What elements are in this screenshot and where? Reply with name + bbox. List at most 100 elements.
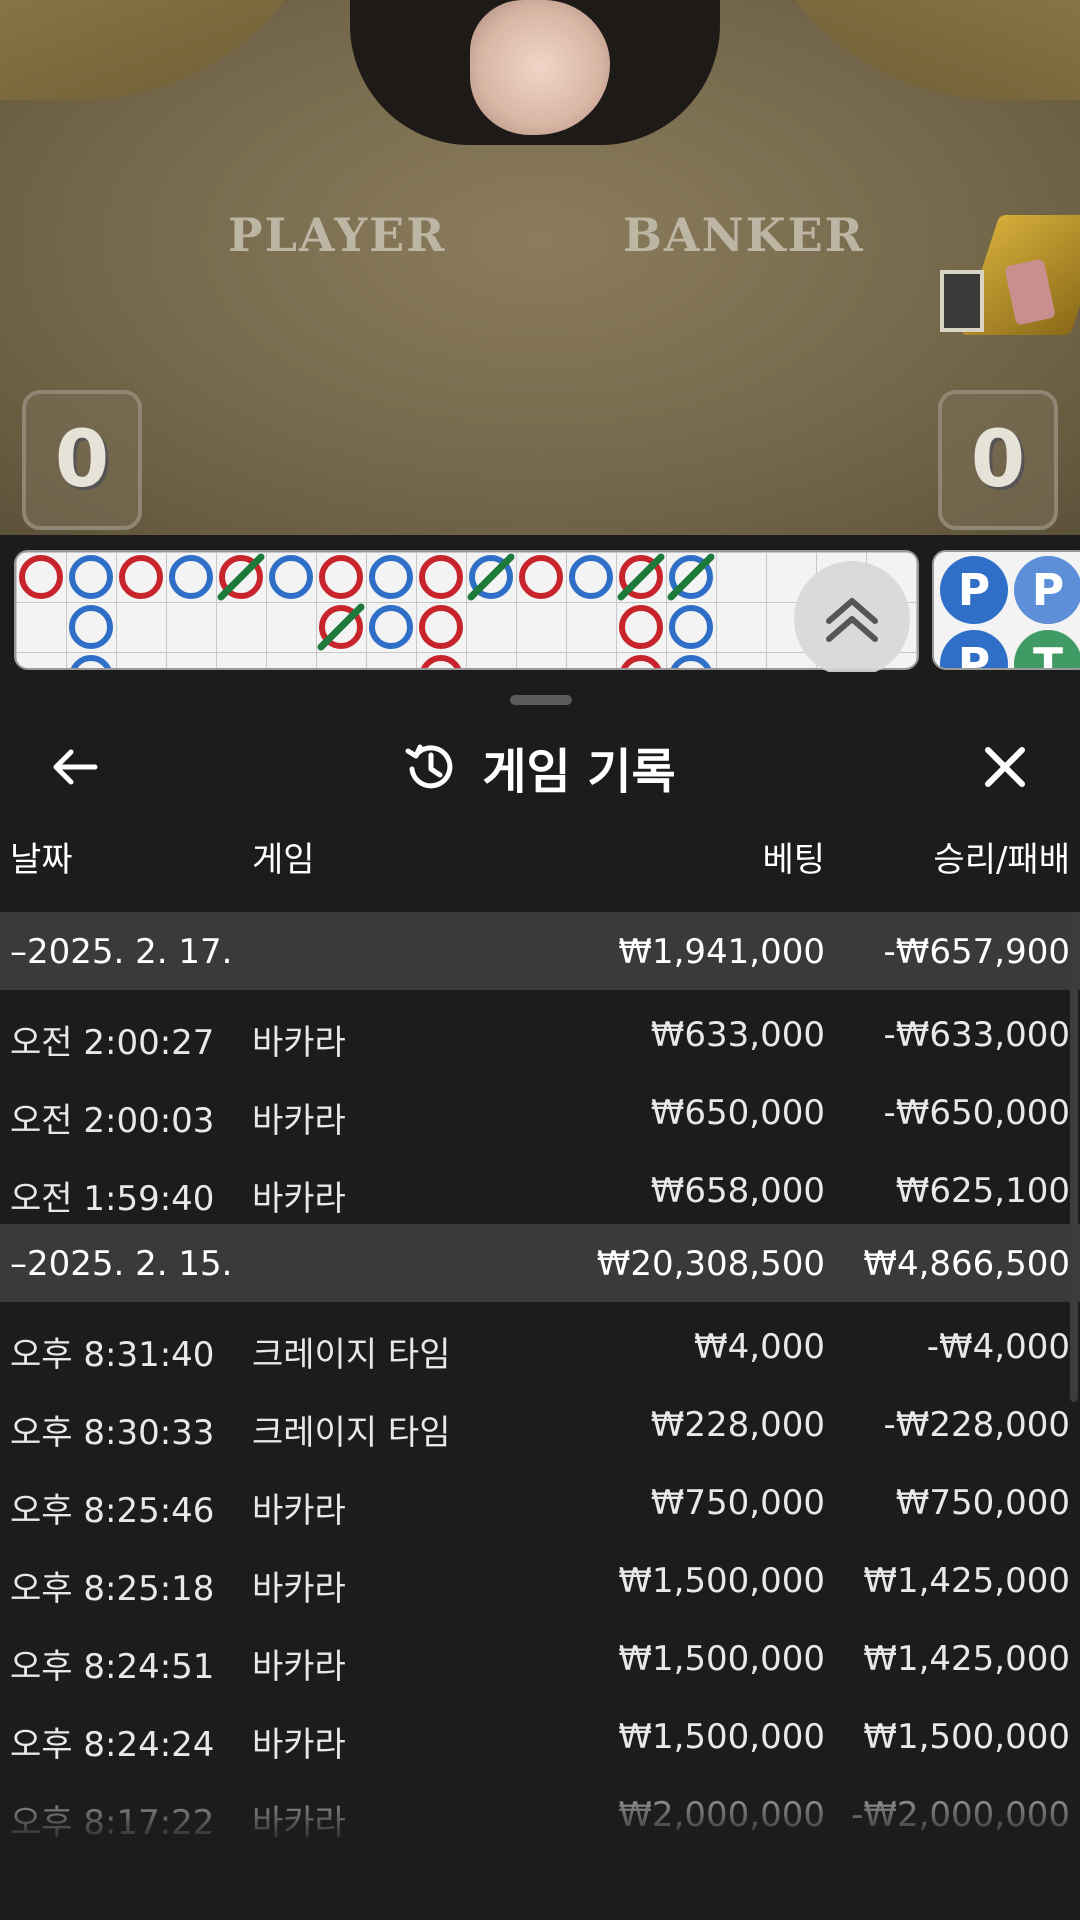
group-bet-total: ₩1,941,000 — [618, 932, 825, 972]
history-row[interactable]: 오후 8:17:22 바카라 ₩2,000,000 -₩2,000,000 — [0, 1770, 1080, 1848]
column-header-result: 승리/패배 — [933, 840, 1070, 880]
row-bet: ₩658,000 — [650, 1171, 825, 1211]
row-time: 오후 8:31:40 — [10, 1335, 215, 1375]
table-header: 날짜 게임 베팅 승리/패배 — [0, 832, 1080, 880]
row-game: 바카라 — [252, 1023, 346, 1063]
column-header-date: 날짜 — [10, 840, 73, 880]
row-bet: ₩1,500,000 — [618, 1639, 825, 1679]
row-game: 바카라 — [252, 1647, 346, 1687]
banker-bead — [419, 605, 463, 649]
scrollbar[interactable] — [1070, 912, 1078, 1402]
history-row[interactable]: 오후 8:30:33 크레이지 타임 ₩228,000 -₩228,000 — [0, 1380, 1080, 1458]
player-bead — [669, 605, 713, 649]
history-row[interactable]: 오후 8:24:24 바카라 ₩1,500,000 ₩1,500,000 — [0, 1692, 1080, 1770]
banker-bead — [19, 555, 63, 599]
side-bead: T — [1014, 630, 1080, 668]
banker-bead — [619, 605, 663, 649]
player-score: 0 — [54, 415, 110, 505]
group-bet-total: ₩20,308,500 — [596, 1244, 825, 1284]
banker-bead — [420, 655, 462, 668]
page-title: 게임 기록 — [482, 744, 676, 800]
banker-score: 0 — [970, 415, 1026, 505]
row-bet: ₩1,500,000 — [618, 1717, 825, 1757]
row-time: 오전 1:59:40 — [10, 1179, 215, 1219]
close-icon — [985, 747, 1025, 787]
history-row[interactable]: 오후 8:24:51 바카라 ₩1,500,000 ₩1,425,000 — [0, 1614, 1080, 1692]
side-bead: P — [940, 630, 1008, 668]
column-header-bet: 베팅 — [762, 840, 825, 880]
row-result: -₩633,000 — [883, 1015, 1071, 1055]
player-bead — [569, 555, 613, 599]
bead-road-marks — [19, 553, 715, 668]
row-time: 오후 8:24:24 — [10, 1725, 215, 1765]
player-bead — [670, 655, 712, 668]
history-row[interactable]: 오후 8:31:40 크레이지 타임 ₩4,000 -₩4,000 — [0, 1302, 1080, 1380]
history-row[interactable]: 오후 8:25:46 바카라 ₩750,000 ₩750,000 — [0, 1458, 1080, 1536]
player-bead — [70, 655, 112, 668]
table-rail-left — [0, 0, 340, 100]
close-button[interactable] — [970, 732, 1040, 802]
row-result: ₩1,500,000 — [863, 1717, 1070, 1757]
card-scanner — [940, 270, 984, 332]
group-date: –2025. 2. 17. — [10, 932, 233, 972]
history-row[interactable]: 오전 1:59:40 바카라 ₩658,000 ₩625,100 — [0, 1146, 1080, 1224]
banker-bead — [620, 655, 662, 668]
row-bet: ₩228,000 — [650, 1405, 825, 1445]
row-time: 오전 2:00:03 — [10, 1101, 215, 1141]
row-bet: ₩650,000 — [650, 1093, 825, 1133]
table-rail-right — [740, 0, 1080, 100]
history-row[interactable]: 오후 8:25:18 바카라 ₩1,500,000 ₩1,425,000 — [0, 1536, 1080, 1614]
banker-zone-label: BANKER — [623, 208, 865, 262]
date-group-header[interactable]: –2025. 2. 15. ₩20,308,500 ₩4,866,500 — [0, 1224, 1080, 1302]
row-time: 오후 8:17:22 — [10, 1803, 215, 1843]
banker-bead — [519, 555, 563, 599]
side-bead: P — [1014, 556, 1080, 624]
row-bet: ₩4,000 — [694, 1327, 825, 1367]
group-date: –2025. 2. 15. — [10, 1244, 233, 1284]
side-bead: P — [940, 556, 1008, 624]
row-game: 바카라 — [252, 1491, 346, 1531]
player-zone-label: PLAYER — [228, 208, 447, 262]
date-group-header[interactable]: –2025. 2. 17. ₩1,941,000 -₩657,900 — [0, 912, 1080, 990]
group-result-total: -₩657,900 — [883, 932, 1071, 972]
row-game: 바카라 — [252, 1803, 346, 1843]
row-game: 바카라 — [252, 1569, 346, 1609]
column-header-game: 게임 — [252, 840, 315, 880]
history-row[interactable]: 오전 2:00:27 바카라 ₩633,000 -₩633,000 — [0, 990, 1080, 1068]
row-time: 오후 8:24:51 — [10, 1647, 215, 1687]
row-game: 바카라 — [252, 1725, 346, 1765]
history-list: –2025. 2. 17. ₩1,941,000 -₩657,900 오전 2:… — [0, 912, 1080, 1848]
row-result: ₩750,000 — [895, 1483, 1070, 1523]
row-time: 오후 8:30:33 — [10, 1413, 215, 1453]
row-result: -₩650,000 — [883, 1093, 1071, 1133]
row-bet: ₩750,000 — [650, 1483, 825, 1523]
row-game: 크레이지 타임 — [252, 1413, 451, 1453]
player-bead — [269, 555, 313, 599]
player-bead — [169, 555, 213, 599]
row-game: 크레이지 타임 — [252, 1335, 451, 1375]
banker-score-box: 0 — [938, 390, 1058, 530]
player-bead — [369, 555, 413, 599]
banker-bead — [119, 555, 163, 599]
row-result: ₩625,100 — [895, 1171, 1070, 1211]
double-chevron-up-icon — [826, 598, 878, 642]
row-bet: ₩633,000 — [650, 1015, 825, 1055]
player-bead — [69, 555, 113, 599]
side-bead-road[interactable]: PPPT — [932, 550, 1080, 670]
sheet-drag-handle[interactable] — [510, 695, 572, 705]
history-row[interactable]: 오전 2:00:03 바카라 ₩650,000 -₩650,000 — [0, 1068, 1080, 1146]
row-result: ₩1,425,000 — [863, 1561, 1070, 1601]
player-bead — [369, 605, 413, 649]
row-bet: ₩1,500,000 — [618, 1561, 825, 1601]
bead-road[interactable] — [14, 550, 919, 670]
live-video-feed: PLAYER BANKER 0 0 — [0, 0, 1080, 535]
row-result: -₩228,000 — [883, 1405, 1071, 1445]
row-bet: ₩2,000,000 — [618, 1795, 825, 1835]
player-score-box: 0 — [22, 390, 142, 530]
row-game: 바카라 — [252, 1179, 346, 1219]
expand-roads-button[interactable] — [794, 561, 910, 677]
sheet-header: 게임 기록 — [0, 732, 1080, 802]
group-result-total: ₩4,866,500 — [863, 1244, 1070, 1284]
player-bead — [69, 605, 113, 649]
row-game: 바카라 — [252, 1101, 346, 1141]
